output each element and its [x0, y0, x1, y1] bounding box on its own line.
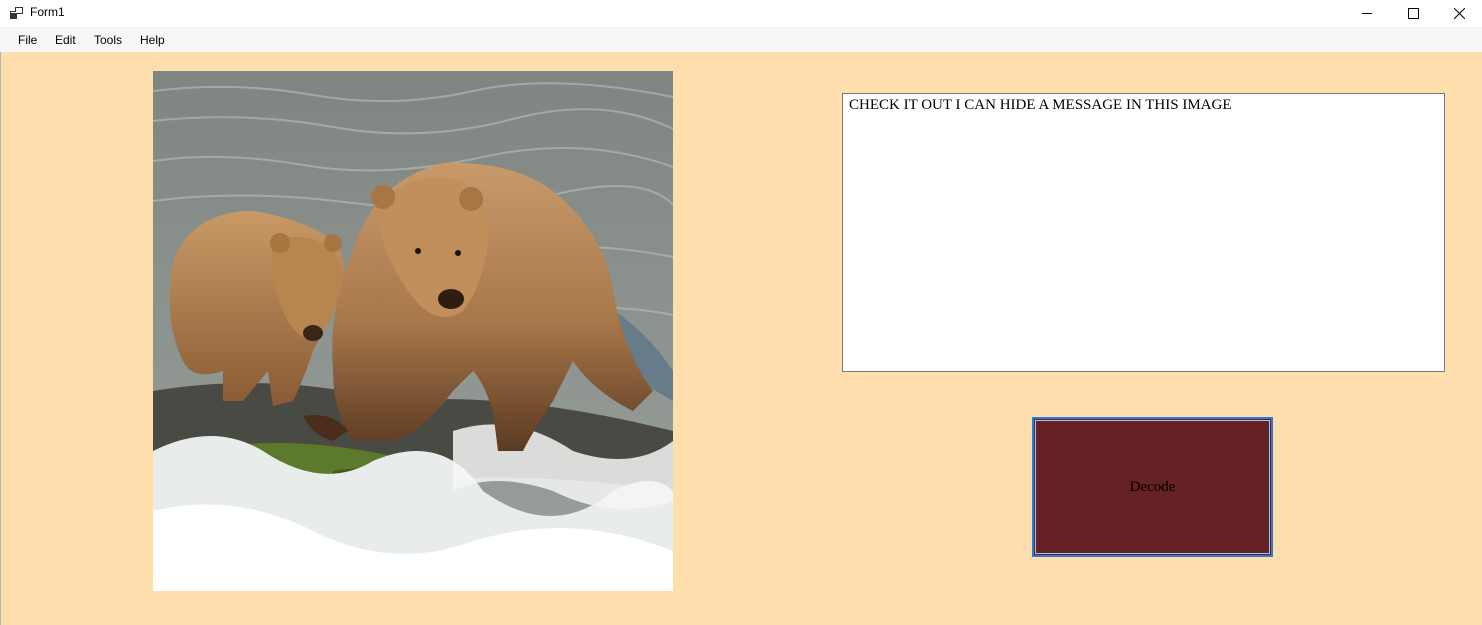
minimize-button[interactable]: [1344, 0, 1390, 26]
close-button[interactable]: [1436, 0, 1482, 26]
app-icon: [10, 7, 23, 19]
decode-button[interactable]: Decode: [1032, 417, 1273, 557]
menu-help[interactable]: Help: [140, 33, 165, 47]
maximize-button[interactable]: [1390, 0, 1436, 26]
menu-edit[interactable]: Edit: [55, 33, 76, 47]
close-icon: [1453, 7, 1465, 19]
decode-button-label: Decode: [1129, 478, 1176, 495]
message-textbox[interactable]: CHECK IT OUT I CAN HIDE A MESSAGE IN THI…: [842, 93, 1445, 372]
menu-bar: File Edit Tools Help: [0, 28, 1482, 52]
form-client-area: CHECK IT OUT I CAN HIDE A MESSAGE IN THI…: [1, 52, 1482, 625]
picture-box: [153, 71, 673, 591]
minimize-icon: [1361, 12, 1372, 14]
menu-tools[interactable]: Tools: [94, 33, 122, 47]
bear-photo: [153, 71, 673, 591]
maximize-icon: [1407, 7, 1419, 19]
title-bar: Form1: [0, 0, 1482, 28]
menu-file[interactable]: File: [18, 33, 37, 47]
window-title: Form1: [30, 5, 65, 19]
